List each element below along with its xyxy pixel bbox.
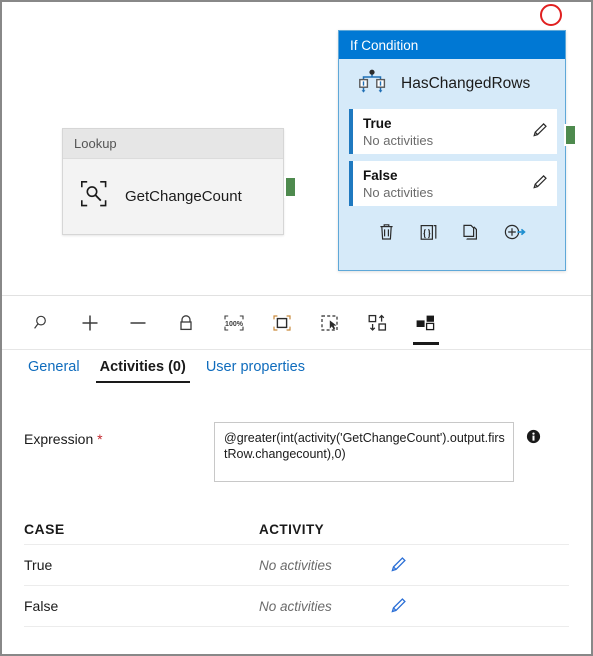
zoom-out-icon[interactable] [114, 301, 162, 345]
branch-name: False [363, 167, 398, 183]
tab-user-properties[interactable]: User properties [196, 359, 315, 383]
branch-edit-button-false[interactable] [523, 172, 557, 196]
if-node-output-connector[interactable] [564, 124, 577, 146]
required-marker: * [97, 431, 103, 447]
column-header-activity: ACTIVITY [259, 521, 325, 537]
branch-condition-icon [357, 68, 387, 101]
lookup-node-type-label: Lookup [63, 129, 283, 159]
cases-table: CASE ACTIVITY True No activities False N [24, 514, 569, 627]
expression-label: Expression * [24, 422, 214, 447]
if-branch-true[interactable]: True No activities [349, 109, 557, 154]
pipeline-canvas[interactable]: Lookup GetChangeCount If Condition HasCh… [2, 2, 591, 296]
lock-icon[interactable] [162, 301, 210, 345]
lookup-output-connector[interactable] [284, 176, 297, 198]
branch-name: True [363, 115, 392, 131]
if-node-type-label: If Condition [339, 31, 565, 59]
tab-activities[interactable]: Activities (0) [90, 359, 196, 383]
expression-label-text: Expression [24, 431, 94, 447]
if-node-title-row: HasChangedRows [339, 59, 565, 109]
branch-accent-bar [349, 161, 353, 206]
activity-node-lookup[interactable]: Lookup GetChangeCount [62, 128, 284, 235]
select-marquee-icon[interactable] [306, 301, 354, 345]
pipeline-editor-screenshot: Lookup GetChangeCount If Condition HasCh… [0, 0, 593, 656]
info-icon[interactable] [526, 422, 541, 444]
add-output-icon[interactable] [504, 223, 526, 241]
lookup-magnifier-icon [79, 179, 109, 214]
code-braces-icon[interactable] [420, 223, 437, 241]
row-case-value: False [24, 598, 59, 614]
lookup-node-body: GetChangeCount [63, 159, 283, 234]
table-row[interactable]: False No activities [24, 585, 569, 627]
row-case-value: True [24, 557, 53, 573]
branch-text-false: False No activities [363, 167, 523, 201]
delete-icon[interactable] [378, 223, 395, 241]
lookup-node-name: GetChangeCount [125, 188, 242, 205]
branch-accent-bar [349, 109, 353, 154]
pencil-icon [389, 595, 409, 618]
if-node-action-bar [339, 213, 565, 249]
tab-general[interactable]: General [18, 359, 90, 383]
if-node-name: HasChangedRows [401, 75, 531, 92]
if-branch-false[interactable]: False No activities [349, 161, 557, 206]
table-header-row: CASE ACTIVITY [24, 514, 569, 544]
branch-text-true: True No activities [363, 115, 523, 149]
pencil-icon [389, 554, 409, 577]
expression-input[interactable]: @greater(int(activity('GetChangeCount').… [214, 422, 514, 482]
zoom-100-percent-icon[interactable]: 100% [210, 301, 258, 345]
activity-node-if-condition[interactable]: If Condition HasChangedRows True No acti… [338, 30, 566, 271]
zoom-to-fit-icon[interactable] [258, 301, 306, 345]
zoom-search-icon[interactable] [18, 301, 66, 345]
properties-tabs: General Activities (0) User properties [2, 359, 591, 399]
branch-activity-count: No activities [363, 184, 434, 200]
zoom-in-icon[interactable] [66, 301, 114, 345]
row-activity-value: No activities [259, 557, 332, 573]
row-edit-button[interactable] [379, 554, 419, 577]
expression-field-row: Expression * @greater(int(activity('GetC… [2, 422, 591, 482]
red-highlight-circle [540, 4, 562, 26]
auto-align-icon[interactable] [354, 301, 402, 345]
branch-edit-button-true[interactable] [523, 120, 557, 144]
copy-icon[interactable] [462, 223, 479, 241]
table-row[interactable]: True No activities [24, 544, 569, 585]
layout-nodes-icon[interactable] [402, 301, 450, 345]
canvas-toolbar: 100% [2, 296, 591, 350]
column-header-case: CASE [24, 521, 65, 537]
svg-text:100%: 100% [225, 321, 244, 328]
pencil-icon [531, 172, 550, 196]
row-activity-value: No activities [259, 598, 332, 614]
row-edit-button[interactable] [379, 595, 419, 618]
branch-activity-count: No activities [363, 132, 434, 148]
pencil-icon [531, 120, 550, 144]
